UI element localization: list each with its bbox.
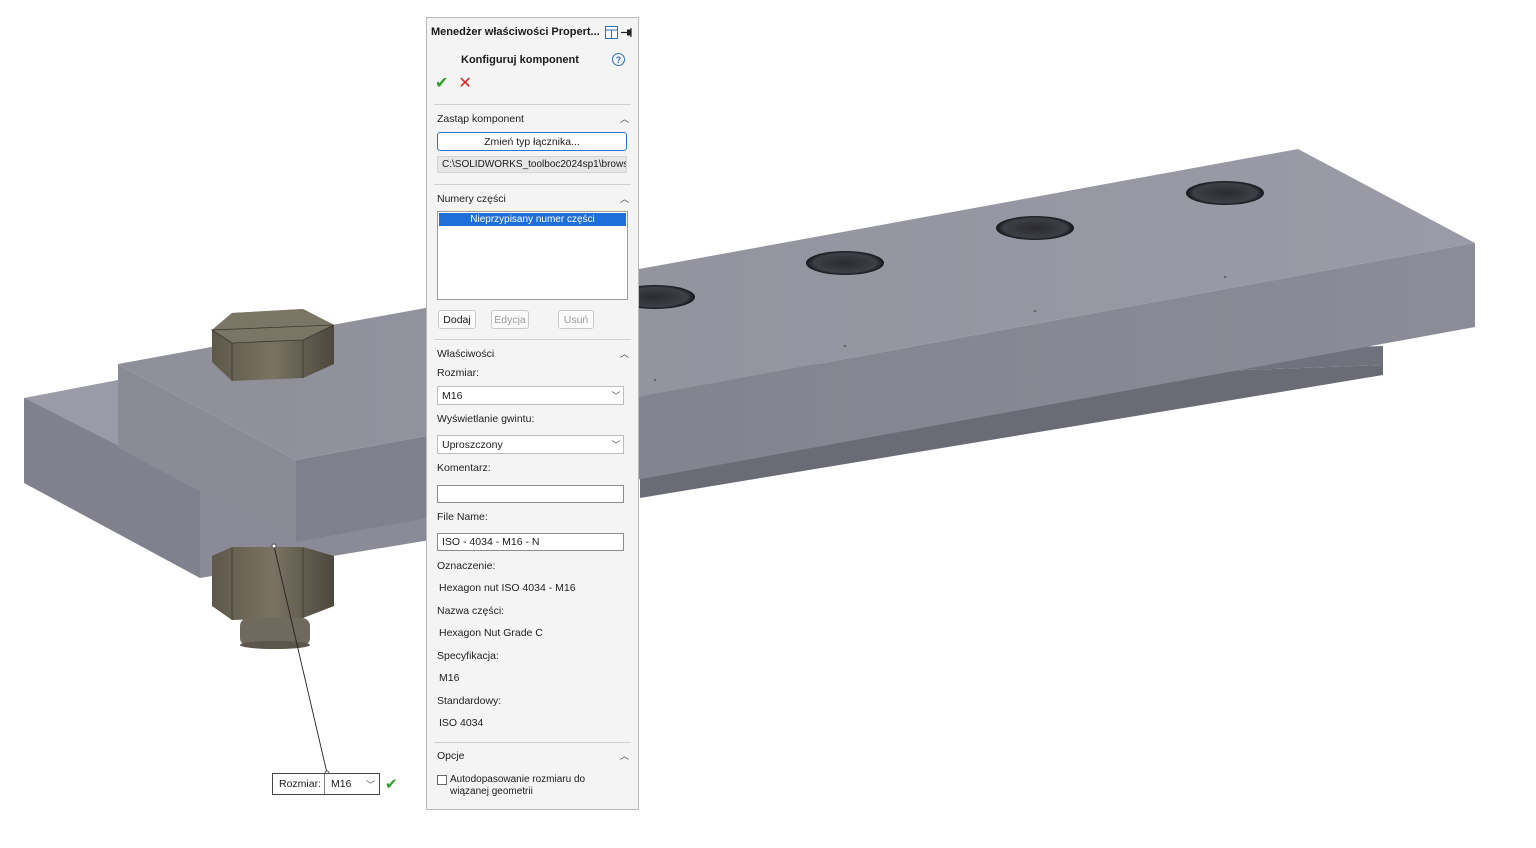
checkmark-icon[interactable]: ✔	[385, 775, 398, 793]
edit-button[interactable]: Edycja	[491, 310, 529, 329]
3d-viewport[interactable]	[0, 0, 1536, 848]
section-options-header[interactable]: Opcje ︿	[437, 749, 629, 762]
callout-size-dropdown[interactable]: M16 ﹀	[325, 778, 379, 791]
add-button[interactable]: Dodaj	[438, 310, 476, 329]
file-name-field[interactable]: ISO - 4034 - M16 - N	[437, 533, 624, 551]
auto-size-label: Autodopasowanie rozmiaru do wiązanej geo…	[450, 774, 586, 797]
delete-button[interactable]: Usuń	[558, 310, 594, 329]
auto-size-checkbox[interactable]	[437, 775, 447, 785]
comment-field[interactable]	[437, 485, 624, 503]
specification-label: Specyfikacja:	[437, 650, 499, 662]
chevron-down-icon: ﹀	[611, 440, 621, 450]
callout-size-label: Rozmiar:	[273, 774, 326, 794]
hole-4	[1186, 181, 1264, 205]
size-label: Rozmiar:	[437, 367, 480, 379]
component-path-field: C:\SOLIDWORKS_toolboc2024sp1\browser\ISO…	[437, 156, 627, 173]
part-name-label: Nazwa części:	[437, 605, 505, 617]
change-fastener-type-button[interactable]: Zmień typ łącznika...	[437, 132, 627, 151]
close-icon[interactable]: ✕	[458, 76, 471, 92]
designation-value: Hexagon nut ISO 4034 - M16	[439, 582, 576, 594]
specification-value: M16	[439, 672, 460, 684]
chevron-up-icon[interactable]: ︿	[620, 749, 629, 762]
thread-display-dropdown[interactable]: Uproszczony ﹀	[437, 435, 624, 454]
checkmark-icon[interactable]: ✔	[435, 76, 448, 92]
panel-title: Menedżer właściwości Propert...	[431, 26, 600, 38]
section-replace-header[interactable]: Zastąp komponent ︿	[437, 112, 629, 125]
chevron-down-icon: ﹀	[366, 779, 376, 790]
standard-value: ISO 4034	[439, 717, 484, 729]
chevron-up-icon[interactable]: ︿	[620, 192, 629, 205]
property-manager-panel: Menedżer właściwości Propert... Konfigur…	[426, 17, 639, 810]
designation-label: Oznaczenie:	[437, 560, 496, 572]
panel-layout-icon[interactable]	[604, 26, 618, 39]
hole-2	[806, 251, 884, 275]
help-icon[interactable]: ?	[612, 53, 625, 66]
bolt-head[interactable]	[210, 309, 335, 381]
standard-label: Standardowy:	[437, 695, 502, 707]
part-name-value: Hexagon Nut Grade C	[439, 627, 543, 639]
chevron-up-icon[interactable]: ︿	[620, 347, 629, 360]
section-part-numbers-header[interactable]: Numery części ︿	[437, 192, 629, 205]
feature-title: Konfiguruj komponent	[461, 54, 579, 66]
comment-label: Komentarz:	[437, 462, 491, 474]
file-name-label: File Name:	[437, 511, 488, 523]
chevron-up-icon[interactable]: ︿	[620, 112, 629, 125]
list-item[interactable]: Nieprzypisany numer części	[439, 213, 626, 226]
size-dropdown[interactable]: M16 ﹀	[437, 386, 624, 405]
hex-nut[interactable]	[212, 547, 334, 649]
section-properties-header[interactable]: Właściwości ︿	[437, 347, 629, 360]
thread-display-label: Wyświetlanie gwintu:	[437, 413, 535, 425]
hole-3	[996, 216, 1074, 240]
part-number-list[interactable]: Nieprzypisany numer części	[437, 211, 628, 300]
size-callout: Rozmiar: M16 ﹀ ✔	[272, 773, 398, 795]
push-pin-icon[interactable]	[620, 26, 634, 39]
chevron-down-icon: ﹀	[611, 391, 621, 401]
